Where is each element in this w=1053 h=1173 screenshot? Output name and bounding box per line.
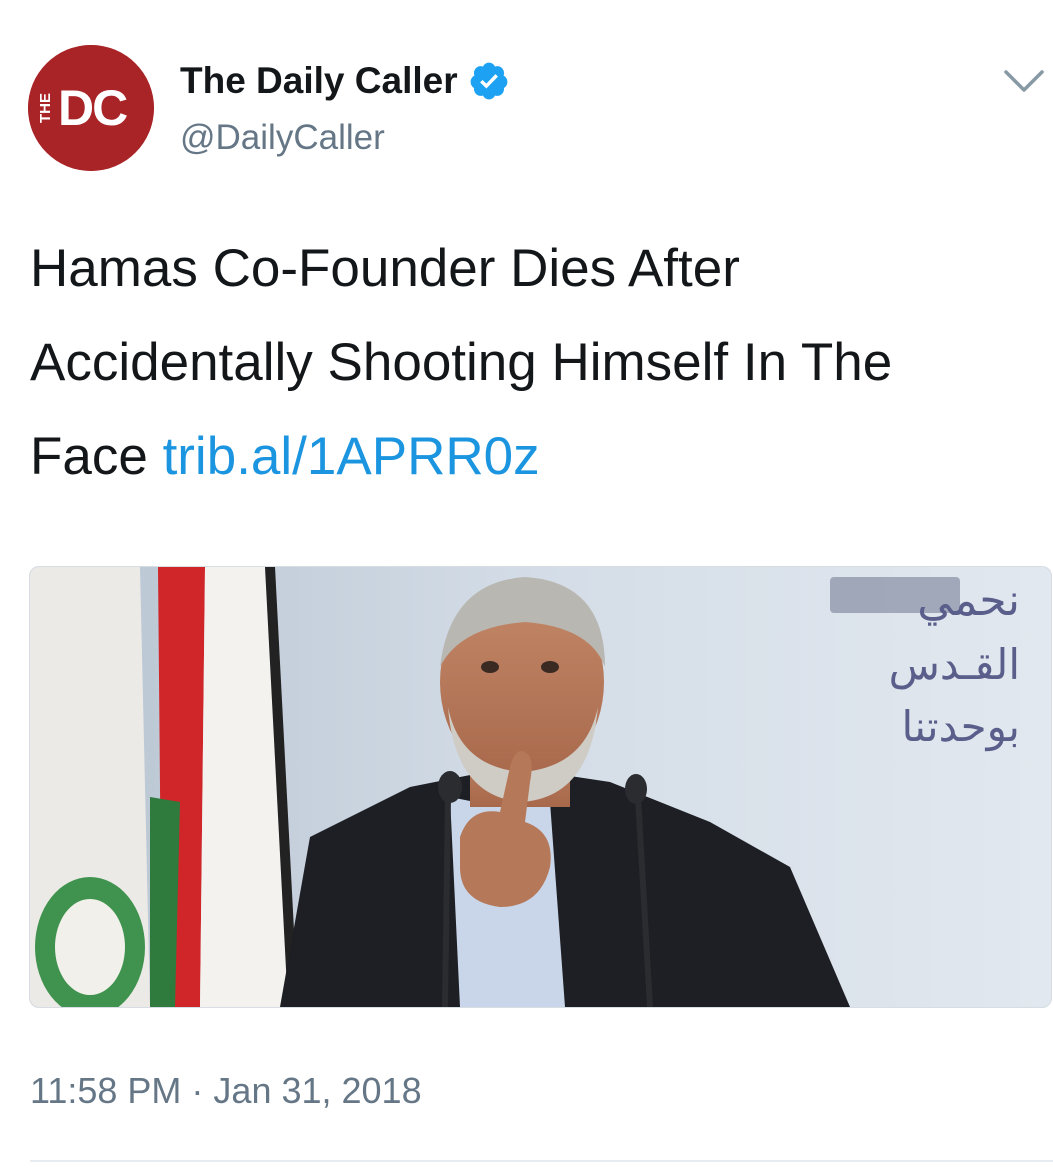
author-name-row[interactable]: The Daily Caller — [180, 60, 510, 102]
verified-badge-icon — [468, 60, 510, 102]
banner-text-line3: بوحدتنا — [901, 702, 1020, 751]
avatar-logo-small: THE — [37, 93, 54, 123]
author-avatar[interactable]: THE DC — [28, 45, 154, 171]
author-display-name[interactable]: The Daily Caller — [180, 60, 458, 102]
banner-text-line1: نحمي — [917, 575, 1020, 626]
avatar-logo-large: DC — [58, 80, 127, 136]
emblem-inner — [55, 899, 125, 995]
tweet-timestamp[interactable]: 11:58 PM · Jan 31, 2018 — [30, 1070, 422, 1112]
flag-green-stripe — [150, 797, 180, 1007]
person-eye-left — [481, 661, 499, 673]
chevron-down-icon[interactable] — [998, 62, 1050, 102]
tweet-text: Hamas Co-Founder Dies After Accidentally… — [30, 222, 1020, 504]
divider — [30, 1160, 1053, 1162]
microphone-left-head — [438, 771, 462, 803]
microphone-left — [442, 796, 451, 1007]
author-handle[interactable]: @DailyCaller — [180, 118, 385, 158]
tweet-link[interactable]: trib.al/1APRR0z — [163, 427, 540, 486]
microphone-right-head — [625, 774, 647, 804]
timestamp-time[interactable]: 11:58 PM — [30, 1070, 181, 1111]
timestamp-date[interactable]: Jan 31, 2018 — [213, 1070, 421, 1111]
tweet-media-image[interactable]: نحمي القـدس بوحدتنا — [29, 566, 1052, 1008]
banner-text-line2: القـدس — [889, 640, 1020, 689]
timestamp-separator: · — [181, 1070, 214, 1111]
person-eye-right — [541, 661, 559, 673]
